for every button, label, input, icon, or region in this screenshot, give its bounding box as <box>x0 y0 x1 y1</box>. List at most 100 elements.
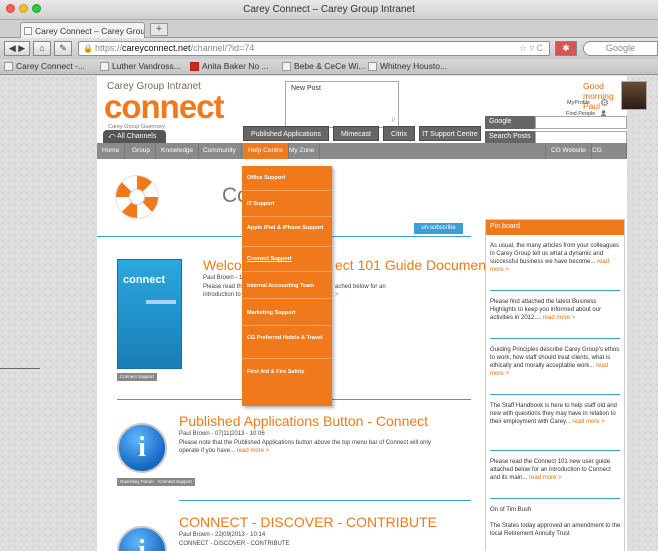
dropdown-item-marketing-support[interactable]: Marketing Support <box>242 309 332 317</box>
read-more-link[interactable]: read more > <box>543 315 576 321</box>
divider <box>242 190 332 191</box>
window-titlebar: Carey Connect – Carey Group Intranet <box>0 0 658 20</box>
favicon-icon <box>24 27 32 35</box>
url-path: /channel/?id=74 <box>190 43 255 53</box>
bookmark-item[interactable]: Carey Connect -... <box>4 61 85 71</box>
search-engine-box[interactable]: Google <box>583 41 658 56</box>
intranet-page: Carey Group Intranet connect Carey Group… <box>97 76 647 551</box>
post-title[interactable]: CONNECT - DISCOVER - CONTRIBUTE <box>179 514 437 530</box>
new-post-placeholder: New Post <box>291 85 321 92</box>
document-thumbnail[interactable]: connect <box>117 259 182 369</box>
pin-item: Please read the Connect 101 new user gui… <box>490 458 622 482</box>
bookmarks-bar: Carey Connect -... Luther Vandross... An… <box>0 59 658 75</box>
my-profile-link[interactable]: MyProfile <box>567 100 590 106</box>
bookmark-item[interactable]: Whitney Housto... <box>368 61 447 71</box>
google-search-input[interactable] <box>535 116 627 129</box>
pin-item[interactable]: The States today approved an amendment t… <box>490 522 622 538</box>
tab-bar: Carey Connect – Carey Group In… + <box>0 20 658 38</box>
pin-board: Pin board As usual, the many articles fr… <box>485 219 625 551</box>
url-scheme: https:// <box>95 43 123 53</box>
pin-item: As usual, the many articles from your co… <box>490 242 622 274</box>
read-more-link[interactable]: > <box>335 291 355 299</box>
bookmark-item[interactable]: Luther Vandross... <box>100 61 181 71</box>
back-arrow-icon: ⤺ <box>108 133 118 140</box>
divider <box>242 246 332 247</box>
divider <box>490 394 620 395</box>
avatar[interactable] <box>621 81 647 110</box>
menu-cg-website[interactable]: CG Website <box>545 143 592 159</box>
menu-community[interactable]: Community <box>198 143 242 159</box>
dropdown-item-office-support[interactable]: Office Support <box>242 174 332 182</box>
pin-item[interactable]: On of Tim Bush <box>490 506 622 514</box>
new-post-input[interactable]: New Post // <box>285 81 399 128</box>
url-bar[interactable]: 🔒 https://careyconnect.net/channel/?id=7… <box>78 41 550 56</box>
connect-logo[interactable]: connect <box>104 88 225 126</box>
dropdown-item-connect-support[interactable]: Connect Support <box>242 255 332 263</box>
divider <box>242 325 332 326</box>
window-title: Carey Connect – Carey Group Intranet <box>243 4 415 15</box>
pin-board-title: Pin board <box>486 220 624 235</box>
page-icon <box>282 62 291 71</box>
dropdown-item-internal-accounting[interactable]: Internal Accounting Team <box>242 282 332 290</box>
tag[interactable]: Connect Support <box>117 373 157 381</box>
all-channels-tab[interactable]: ⤺ All Channels <box>103 130 166 143</box>
menu-my-zone[interactable]: My Zone <box>284 143 321 159</box>
browser-tab[interactable]: Carey Connect – Carey Group In… <box>20 22 145 38</box>
search-placeholder: Google <box>606 43 636 53</box>
divider <box>242 298 332 299</box>
post-meta: Paul Brown - 07|11|2013 - 10:06 <box>179 431 265 437</box>
new-tab-button[interactable]: + <box>150 23 168 36</box>
it-support-centre-button[interactable]: IT Support Centre <box>419 126 481 141</box>
bookmark-label: Whitney Housto... <box>380 61 448 71</box>
divider <box>179 500 471 501</box>
page-icon <box>100 62 109 71</box>
mimecast-button[interactable]: Mimecast <box>333 126 379 141</box>
bookmark-label: Luther Vandross... <box>112 61 181 71</box>
read-more-link[interactable]: read more > <box>529 475 562 481</box>
bookmark-item[interactable]: Bebe & CeCe Wi... <box>282 61 365 71</box>
url-host: careyconnect.net <box>122 43 191 53</box>
dropdown-item-hotels-travel[interactable]: CG Preferred Hotels & Travel <box>242 334 332 342</box>
post-title[interactable]: Published Applications Button - Connect <box>179 413 428 429</box>
addon-button[interactable]: ✱ <box>555 41 577 56</box>
unsubscribe-button[interactable]: un-subscribe <box>414 223 463 234</box>
reader-button[interactable]: ✎ <box>54 41 72 56</box>
all-channels-label: All Channels <box>117 133 157 140</box>
resize-grip-icon[interactable]: // <box>392 118 395 124</box>
post-excerpt: Please note that the Published Applicati… <box>179 439 449 455</box>
help-centre-dropdown: Office Support IT Support Apple iPad & i… <box>242 166 332 406</box>
dropdown-item-apple-support[interactable]: Apple iPad & iPhone Support <box>242 224 332 232</box>
google-search-label: Google <box>485 116 535 129</box>
bookmark-item[interactable]: Anita Baker No ... <box>190 61 269 71</box>
citrix-button[interactable]: Citrix <box>383 126 415 141</box>
dropdown-item-it-support[interactable]: IT Support <box>242 200 332 208</box>
menu-group[interactable]: Group <box>127 143 157 159</box>
tag[interactable]: Guernsey Forum <box>117 478 157 486</box>
lock-icon: 🔒 <box>83 44 93 53</box>
bookmark-label: Bebe & CeCe Wi... <box>294 61 366 71</box>
read-more-link[interactable]: read more > <box>572 419 605 425</box>
read-more-link[interactable]: read more > <box>237 448 270 454</box>
divider <box>242 216 332 217</box>
menu-knowledge[interactable]: Knowledge <box>156 143 200 159</box>
menu-help-centre[interactable]: Help Centre <box>243 143 289 159</box>
dropdown-item-first-aid[interactable]: First Aid & Fire Safety <box>242 368 332 376</box>
decorative-line <box>0 368 40 369</box>
navigation-toolbar: ◀ ▶ ⌂ ✎ 🔒 https://careyconnect.net/chann… <box>0 38 658 59</box>
bookmark-label: Carey Connect -... <box>16 61 85 71</box>
post-title-end[interactable]: ect 101 Guide Document <box>335 257 490 273</box>
youtube-icon <box>190 62 199 71</box>
main-menu: Home Group Knowledge Community Help Cent… <box>97 143 627 170</box>
menu-cg-offices[interactable]: CG Offices <box>587 143 627 170</box>
published-applications-button[interactable]: Published Applications <box>243 126 329 141</box>
back-forward-button[interactable]: ◀ ▶ <box>4 41 30 56</box>
info-icon: i <box>117 423 167 473</box>
divider <box>490 450 620 451</box>
menu-home[interactable]: Home <box>97 143 126 159</box>
gear-icon[interactable]: ⚙ <box>600 98 609 109</box>
bookmark-star-icon[interactable]: ☆ ▿ C <box>519 43 543 54</box>
divider <box>490 338 620 339</box>
page-icon <box>368 62 377 71</box>
home-button[interactable]: ⌂ <box>33 41 51 56</box>
tag[interactable]: Connect Support <box>155 478 195 486</box>
